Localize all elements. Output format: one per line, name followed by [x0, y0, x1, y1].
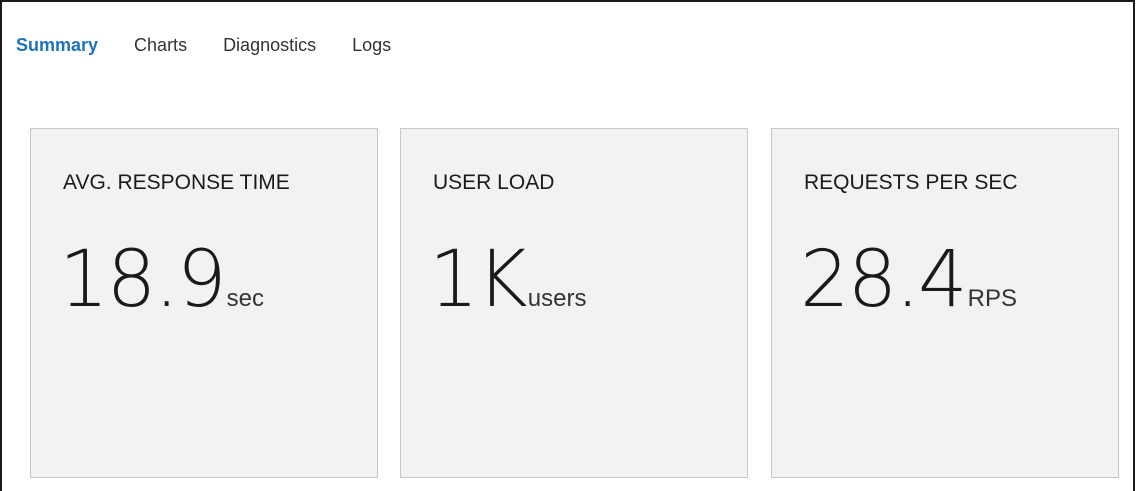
tab-diagnostics[interactable]: Diagnostics	[223, 35, 316, 56]
summary-panel: Summary Charts Diagnostics Logs AVG. RES…	[0, 0, 1135, 491]
metric-value: 1K	[429, 235, 528, 325]
metric-value: 18.9	[59, 235, 227, 325]
requests-per-sec-card: REQUESTS PER SEC 28.4 RPS	[771, 128, 1119, 478]
tab-bar: Summary Charts Diagnostics Logs	[16, 32, 427, 58]
user-load-card: USER LOAD 1K users	[400, 128, 748, 478]
metric: 28.4 RPS	[800, 241, 1017, 319]
metric-unit: users	[527, 285, 587, 312]
card-title: REQUESTS PER SEC	[804, 171, 1018, 194]
avg-response-time-card: AVG. RESPONSE TIME 18.9 sec	[30, 128, 378, 478]
metric-value: 28.4	[800, 235, 968, 325]
metric-unit: RPS	[967, 285, 1018, 312]
tab-logs[interactable]: Logs	[352, 35, 391, 56]
card-title: USER LOAD	[433, 171, 555, 194]
tab-charts[interactable]: Charts	[134, 35, 187, 56]
card-title: AVG. RESPONSE TIME	[63, 171, 290, 194]
metric: 18.9 sec	[59, 241, 264, 319]
metric: 1K users	[429, 241, 586, 319]
metric-unit: sec	[226, 285, 265, 312]
tab-summary[interactable]: Summary	[16, 35, 98, 56]
